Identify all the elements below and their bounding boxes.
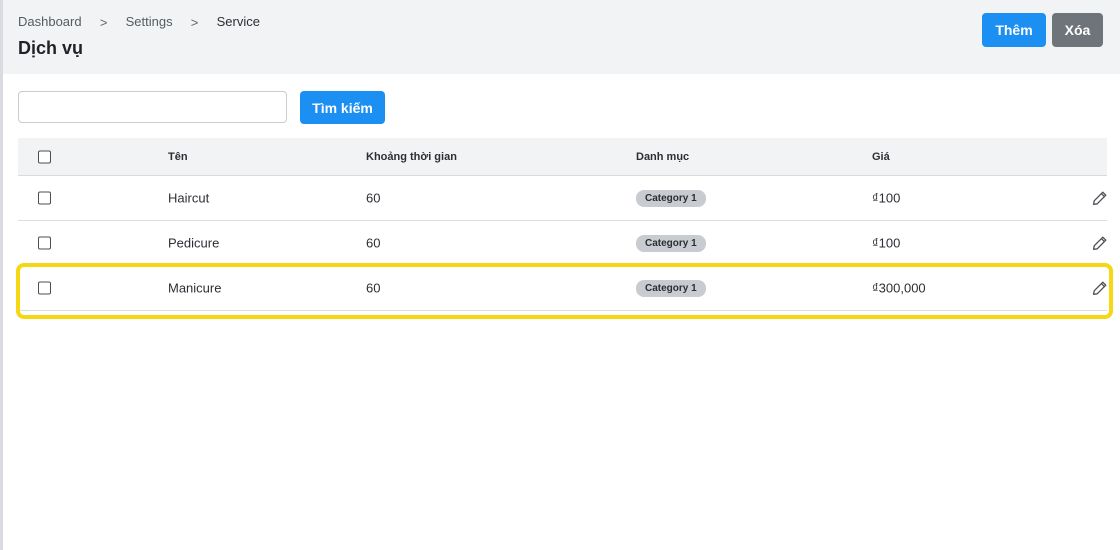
left-border [0, 0, 3, 550]
column-header-price[interactable]: Giá [872, 151, 890, 163]
breadcrumb-service: Service [216, 14, 260, 29]
row-checkbox[interactable] [38, 281, 51, 295]
breadcrumb-dashboard[interactable]: Dashboard [18, 14, 82, 30]
search-input[interactable] [18, 91, 287, 123]
service-duration: 60 [366, 280, 381, 296]
pencil-icon[interactable] [1092, 190, 1108, 206]
pencil-icon[interactable] [1092, 235, 1108, 251]
service-duration: 60 [366, 235, 381, 251]
search-button[interactable]: Tìm kiếm [300, 91, 385, 124]
row-checkbox[interactable] [38, 191, 51, 205]
service-name: Haircut [168, 190, 210, 206]
service-price: ₫100 [872, 235, 901, 251]
select-all-checkbox[interactable] [38, 150, 51, 163]
page-header: Dashboard > Settings > Service Dịch vụ [3, 0, 1120, 74]
page-title: Dịch vụ [18, 38, 84, 58]
pencil-icon[interactable] [1092, 280, 1108, 296]
table-row[interactable]: Pedicure 60 Category 1 ₫100 [18, 221, 1107, 266]
chevron-right-icon: > [99, 14, 108, 30]
table-row[interactable]: Haircut 60 Category 1 ₫100 [18, 176, 1107, 221]
add-button[interactable]: Thêm [982, 13, 1046, 47]
row-checkbox[interactable] [38, 236, 51, 250]
category-badge: Category 1 [636, 234, 706, 252]
column-header-category[interactable]: Danh mục [636, 151, 689, 163]
table-row[interactable]: Manicure 60 Category 1 ₫300,000 [18, 266, 1107, 311]
category-badge: Category 1 [636, 279, 706, 297]
table-header: Tên Khoảng thời gian Danh mục Giá [18, 138, 1107, 176]
breadcrumb-settings[interactable]: Settings [126, 14, 173, 30]
column-header-name[interactable]: Tên [168, 151, 188, 163]
breadcrumb: Dashboard > Settings > Service [18, 14, 260, 30]
service-name: Pedicure [168, 235, 220, 251]
service-duration: 60 [366, 190, 381, 206]
services-table: Tên Khoảng thời gian Danh mục Giá Haircu… [18, 138, 1107, 311]
service-price: ₫300,000 [872, 280, 926, 296]
chevron-right-icon: > [190, 14, 199, 30]
column-header-duration[interactable]: Khoảng thời gian [366, 151, 457, 163]
delete-button[interactable]: Xóa [1052, 13, 1103, 47]
service-name: Manicure [168, 280, 222, 296]
service-price: ₫100 [872, 190, 901, 206]
category-badge: Category 1 [636, 189, 706, 207]
